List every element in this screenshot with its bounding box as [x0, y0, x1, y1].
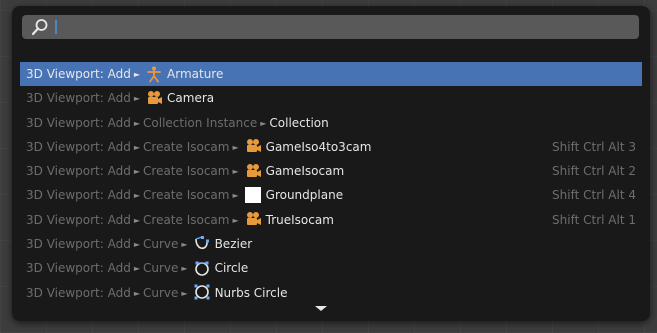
search-input[interactable]	[52, 15, 633, 39]
breadcrumb-segment: Create Isocam	[143, 188, 230, 203]
white-square-icon	[244, 186, 262, 204]
breadcrumb-separator-icon: ►	[133, 288, 141, 298]
search-result-item[interactable]: 3D Viewport: Add ► Armature	[20, 62, 642, 87]
search-result-item[interactable]: 3D Viewport: Add ► Curve ► Bezier	[20, 232, 642, 256]
search-result-item[interactable]: 3D Viewport: Add ► Curve ► Circle	[20, 256, 642, 280]
keyboard-shortcut: Shift Ctrl Alt 3	[552, 139, 636, 154]
breadcrumb-segment: Curve	[143, 237, 179, 252]
breadcrumb-separator-icon: ►	[133, 94, 141, 104]
result-breadcrumb: 3D Viewport: Add ► Create Isocam ►	[20, 188, 242, 202]
breadcrumb-segment: 3D Viewport: Add	[26, 164, 131, 179]
text-caret	[55, 20, 57, 34]
result-breadcrumb: 3D Viewport: Add ►	[20, 91, 143, 105]
result-label: Nurbs Circle	[214, 285, 288, 300]
search-result-item[interactable]: 3D Viewport: Add ► Camera	[20, 86, 642, 110]
breadcrumb-separator-icon: ►	[181, 264, 188, 274]
result-breadcrumb: 3D Viewport: Add ► Curve ►	[20, 261, 191, 275]
breadcrumb-separator-icon: ►	[181, 240, 188, 250]
result-breadcrumb: 3D Viewport: Add ►	[20, 67, 143, 81]
result-label: Groundplane	[265, 188, 344, 203]
result-label: Bezier	[214, 237, 253, 252]
keyboard-shortcut: Shift Ctrl Alt 4	[552, 188, 636, 203]
camera-icon	[244, 137, 262, 155]
breadcrumb-segment: 3D Viewport: Add	[26, 212, 131, 227]
camera-icon	[244, 162, 262, 180]
scroll-down-arrow-icon[interactable]	[315, 306, 327, 311]
breadcrumb-segment: Create Isocam	[143, 139, 230, 154]
breadcrumb-separator-icon: ►	[232, 167, 239, 177]
breadcrumb-separator-icon: ►	[260, 118, 267, 128]
breadcrumb-segment: 3D Viewport: Add	[26, 139, 131, 154]
breadcrumb-segment: 3D Viewport: Add	[26, 237, 131, 252]
breadcrumb-segment: Curve	[143, 261, 179, 276]
search-result-item[interactable]: 3D Viewport: Add ► Create Isocam ► TrueIsoca…	[20, 208, 642, 232]
result-label: Armature	[167, 67, 224, 81]
breadcrumb-separator-icon: ►	[133, 70, 141, 79]
search-box[interactable]	[22, 15, 639, 39]
breadcrumb-segment: 3D Viewport: Add	[26, 261, 131, 276]
search-results-list: 3D Viewport: Add ► Armature 3D Viewport: Ad…	[20, 62, 642, 305]
result-label: TrueIsocam	[265, 212, 334, 227]
breadcrumb-separator-icon: ►	[133, 240, 141, 250]
result-breadcrumb: 3D Viewport: Add ► Curve ►	[20, 237, 191, 251]
breadcrumb-segment: 3D Viewport: Add	[26, 188, 131, 203]
breadcrumb-separator-icon: ►	[133, 167, 141, 177]
search-result-item[interactable]: 3D Viewport: Add ► Create Isocam ► GameIso4t…	[20, 135, 642, 159]
breadcrumb-separator-icon: ►	[133, 142, 141, 152]
result-breadcrumb: 3D Viewport: Add ► Create Isocam ►	[20, 140, 242, 154]
breadcrumb-segment: Create Isocam	[143, 164, 230, 179]
breadcrumb-segment: Collection Instance	[143, 115, 258, 130]
bezier-curve-icon	[193, 235, 211, 253]
search-result-item[interactable]: 3D Viewport: Add ► Create Isocam ► Groundpla…	[20, 183, 642, 207]
search-result-item[interactable]: 3D Viewport: Add ► Create Isocam ► GameIsoca…	[20, 159, 642, 183]
breadcrumb-separator-icon: ►	[133, 215, 141, 225]
result-label: Camera	[167, 91, 215, 106]
armature-icon	[145, 65, 163, 83]
breadcrumb-separator-icon: ►	[232, 142, 239, 152]
breadcrumb-segment: 3D Viewport: Add	[26, 115, 131, 130]
breadcrumb-segment: Create Isocam	[143, 212, 230, 227]
search-result-item[interactable]: 3D Viewport: Add ► Collection Instance ► Col…	[20, 111, 642, 135]
keyboard-shortcut: Shift Ctrl Alt 1	[552, 212, 636, 227]
search-result-item[interactable]: 3D Viewport: Add ► Curve ► Nurbs Circle	[20, 281, 642, 305]
operator-search-menu: 3D Viewport: Add ► Armature 3D Viewport: Ad…	[12, 6, 650, 321]
breadcrumb-separator-icon: ►	[232, 215, 239, 225]
result-label: GameIso4to3cam	[265, 139, 372, 154]
breadcrumb-separator-icon: ►	[232, 191, 239, 201]
camera-icon	[145, 89, 163, 107]
camera-icon	[244, 210, 262, 228]
result-label: GameIsocam	[265, 164, 345, 179]
breadcrumb-separator-icon: ►	[133, 264, 141, 274]
result-label: Collection	[269, 115, 329, 130]
result-breadcrumb: 3D Viewport: Add ► Create Isocam ►	[20, 164, 242, 178]
breadcrumb-separator-icon: ►	[133, 118, 141, 128]
breadcrumb-separator-icon: ►	[133, 191, 141, 201]
breadcrumb-segment: 3D Viewport: Add	[26, 67, 131, 81]
keyboard-shortcut: Shift Ctrl Alt 2	[552, 164, 636, 179]
curve-circle-icon	[193, 259, 211, 277]
nurbs-circle-icon	[193, 283, 211, 301]
result-label: Circle	[214, 261, 249, 276]
search-icon	[31, 19, 48, 36]
breadcrumb-segment: 3D Viewport: Add	[26, 285, 131, 300]
result-breadcrumb: 3D Viewport: Add ► Curve ►	[20, 286, 191, 300]
result-breadcrumb: 3D Viewport: Add ► Collection Instance ►	[20, 116, 269, 130]
breadcrumb-segment: 3D Viewport: Add	[26, 91, 131, 106]
breadcrumb-separator-icon: ►	[181, 288, 188, 298]
result-breadcrumb: 3D Viewport: Add ► Create Isocam ►	[20, 213, 242, 227]
breadcrumb-segment: Curve	[143, 285, 179, 300]
